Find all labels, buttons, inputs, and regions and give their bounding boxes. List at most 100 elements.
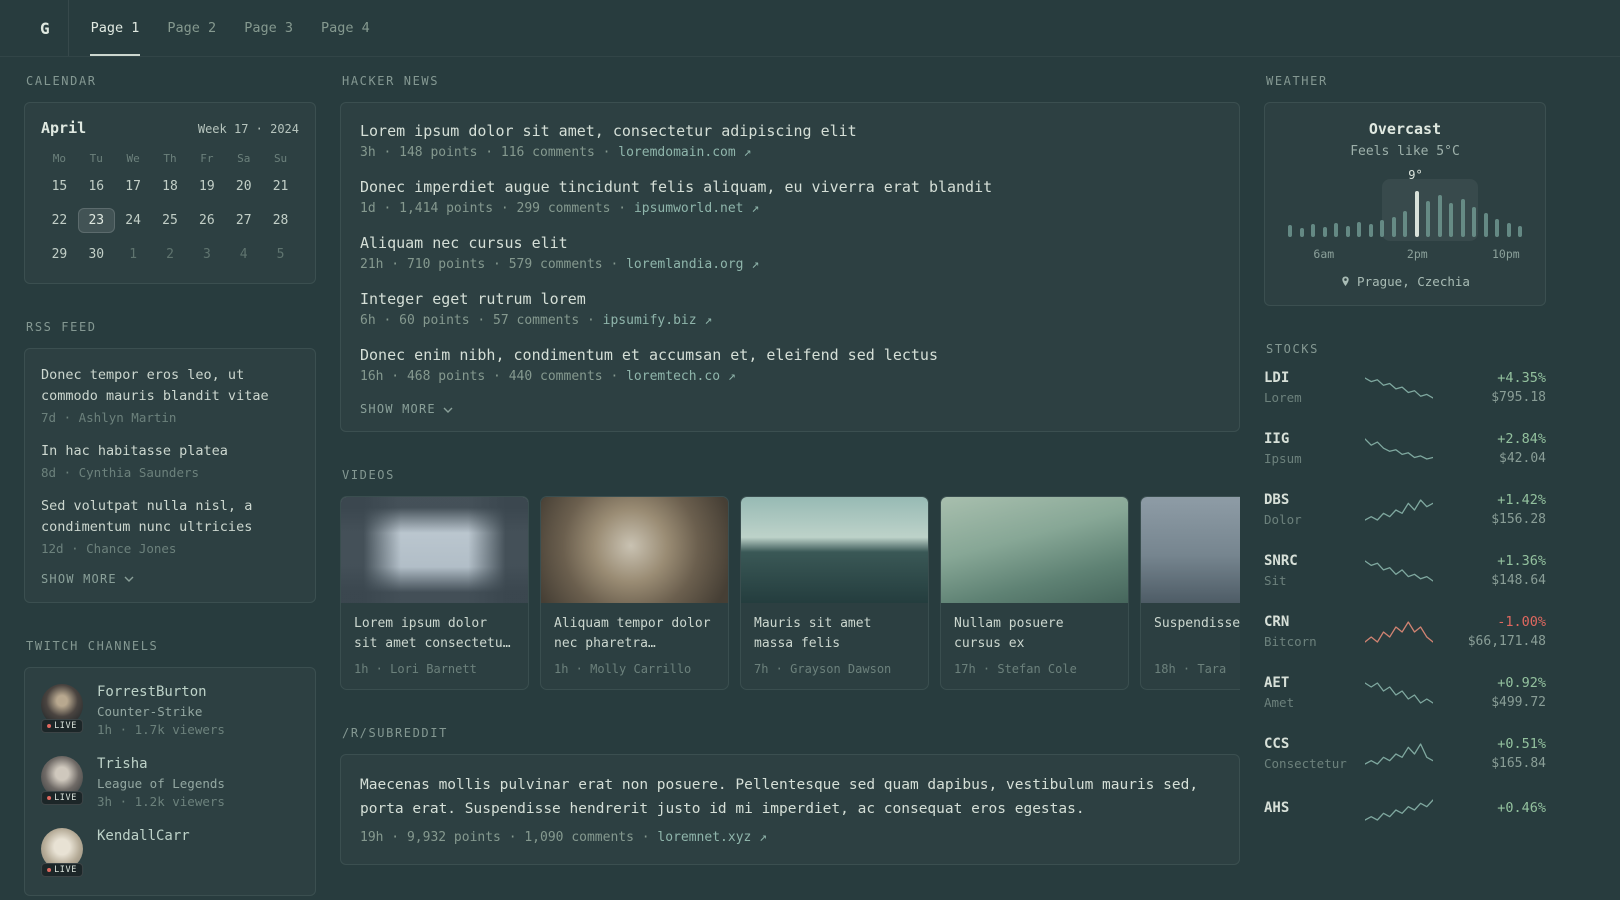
calendar-day: 22 [51, 213, 68, 228]
calendar-weekday: Su [273, 152, 288, 165]
stock-id: CRN Bitcorn [1264, 614, 1348, 649]
hn-story-title[interactable]: Aliquam nec cursus elit [360, 234, 1220, 252]
external-link-icon: ↗ [759, 830, 767, 846]
hn-story-domain-link[interactable]: ipsumify.biz ↗ [603, 313, 713, 328]
hn-story-domain-link[interactable]: loremdomain.com ↗ [618, 145, 751, 160]
calendar-day: 21 [272, 179, 289, 194]
calendar-day: 24 [125, 213, 141, 228]
stock-row[interactable]: SNRC Sit +1.36% $148.64 [1264, 553, 1546, 588]
calendar-day: 17 [125, 179, 141, 194]
hn-story[interactable]: Integer eget rutrum lorem 6h · 60 points… [360, 290, 1220, 328]
stock-price: $499.72 [1491, 695, 1546, 710]
rss-item[interactable]: Sed volutpat nulla nisl, a condimentum n… [41, 496, 299, 556]
twitch-channel-row[interactable]: LIVE KendallCarr [41, 827, 299, 877]
stock-values: +1.42% $156.28 [1450, 492, 1546, 527]
channel-game: Counter-Strike [97, 703, 203, 719]
hn-story-title[interactable]: Lorem ipsum dolor sit amet, consectetur … [360, 122, 1220, 140]
weather-bar-chart [1288, 189, 1522, 237]
hn-story-domain-link[interactable]: loremtech.co ↗ [626, 369, 736, 384]
stock-row[interactable]: IIG Ipsum +2.84% $42.04 [1264, 431, 1546, 466]
stock-price: $156.28 [1491, 512, 1546, 527]
stock-row[interactable]: AET Amet +0.92% $499.72 [1264, 675, 1546, 710]
video-title: Nullam posuere cursus ex [954, 616, 1064, 652]
hn-story[interactable]: Aliquam nec cursus elit 21h · 710 points… [360, 234, 1220, 272]
hn-meta-text: 6h · 60 points · 57 comments · [360, 313, 595, 328]
live-badge: LIVE [41, 718, 83, 733]
subreddit-post-meta: 19h · 9,932 points · 1,090 comments · lo… [360, 830, 1220, 845]
hn-story-title[interactable]: Donec enim nibh, condimentum et accumsan… [360, 346, 1220, 364]
stock-price: $42.04 [1499, 451, 1546, 466]
stock-change: +0.92% [1497, 675, 1546, 691]
stock-row[interactable]: DBS Dolor +1.42% $156.28 [1264, 492, 1546, 527]
tab-page-1[interactable]: Page 1 [89, 0, 141, 56]
subreddit-domain-link[interactable]: loremnet.xyz ↗ [657, 830, 767, 845]
video-thumbnail [941, 497, 1128, 603]
video-info: Lorem ipsum dolor sit amet consectetu… 1… [341, 603, 528, 689]
rss-item-title[interactable]: Donec tempor eros leo, ut commodo mauris… [41, 365, 299, 407]
external-link-icon: ↗ [751, 257, 760, 272]
external-link-icon: ↗ [743, 145, 752, 160]
video-meta: 1h · Molly Carrillo [554, 662, 692, 677]
hn-story[interactable]: Donec imperdiet augue tincidunt felis al… [360, 178, 1220, 216]
subreddit-post-text[interactable]: Maecenas mollis pulvinar erat non posuer… [360, 774, 1220, 821]
hn-story-title[interactable]: Donec imperdiet augue tincidunt felis al… [360, 178, 1220, 196]
hn-story-meta: 16h · 468 points · 440 comments · loremt… [360, 369, 1220, 384]
hn-story-domain-link[interactable]: loremlandia.org ↗ [626, 257, 759, 272]
stock-row[interactable]: LDI Lorem +4.35% $795.18 [1264, 370, 1546, 405]
hn-story-title[interactable]: Integer eget rutrum lorem [360, 290, 1220, 308]
stock-change: +2.84% [1497, 431, 1546, 447]
stock-id: IIG Ipsum [1264, 431, 1348, 466]
twitch-channel-row[interactable]: LIVE ForrestBurton Counter-Strike 1h · 1… [41, 683, 299, 737]
hn-story[interactable]: Lorem ipsum dolor sit amet, consectetur … [360, 122, 1220, 160]
stock-name: Consectetur [1264, 756, 1347, 771]
stock-id: CCS Consectetur [1264, 736, 1348, 771]
calendar-grid: Mo Tu We Th Fr Sa Su 15 16 17 18 19 20 2… [41, 152, 299, 267]
channel-meta: 3h · 1.2k viewers [97, 793, 225, 809]
stock-price: $165.84 [1491, 756, 1546, 771]
hn-meta-text: 3h · 148 points · 116 comments · [360, 145, 611, 160]
channel-name[interactable]: KendallCarr [97, 828, 190, 844]
weather-section-title: WEATHER [1266, 74, 1328, 88]
app-logo[interactable]: G [0, 0, 68, 56]
channel-name[interactable]: Trisha [97, 756, 225, 772]
video-card[interactable]: Suspendisse diam 18h · Tara [1140, 496, 1240, 691]
tab-page-2[interactable]: Page 2 [166, 0, 217, 56]
calendar-weekday: Tu [89, 152, 103, 165]
dashboard: CALENDAR April Week 17 · 2024 Mo Tu We T… [0, 57, 1620, 900]
stock-id: AET Amet [1264, 675, 1348, 710]
channel-name[interactable]: ForrestBurton [97, 684, 225, 700]
left-column: CALENDAR April Week 17 · 2024 Mo Tu We T… [24, 74, 316, 900]
rss-show-more-button[interactable]: SHOW MORE [41, 572, 299, 586]
calendar-day-next-month: 3 [202, 247, 211, 262]
stock-row[interactable]: AHS +0.46% [1264, 797, 1546, 823]
tab-page-3[interactable]: Page 3 [243, 0, 294, 56]
stock-row[interactable]: CCS Consectetur +0.51% $165.84 [1264, 736, 1546, 771]
video-card[interactable]: Aliquam tempor dolor nec pharetra… 1h · … [540, 496, 729, 691]
hn-story[interactable]: Donec enim nibh, condimentum et accumsan… [360, 346, 1220, 384]
tab-page-4[interactable]: Page 4 [320, 0, 371, 56]
hn-domain-text: ipsumworld.net [633, 201, 744, 216]
stock-values: -1.00% $66,171.48 [1450, 614, 1546, 649]
rss-item[interactable]: In hac habitasse platea 8d · Cynthia Sau… [41, 441, 299, 480]
rss-item-title[interactable]: In hac habitasse platea [41, 441, 299, 462]
location-pin-icon [1342, 276, 1349, 287]
rss-item[interactable]: Donec tempor eros leo, ut commodo mauris… [41, 365, 299, 425]
hn-show-more-button[interactable]: SHOW MORE [360, 402, 1220, 416]
twitch-channel-row[interactable]: LIVE Trisha League of Legends 3h · 1.2k … [41, 755, 299, 809]
stock-ticker: SNRC [1264, 553, 1298, 569]
show-more-label: SHOW MORE [41, 571, 117, 586]
video-thumbnail [541, 497, 728, 603]
video-meta: 18h · Tara [1154, 662, 1227, 676]
weather-temp-label: 9° [1408, 168, 1423, 182]
video-card[interactable]: Nullam posuere cursus ex 17h · Stefan Co… [940, 496, 1129, 691]
video-card[interactable]: Mauris sit amet massa felis 7h · Grayson… [740, 496, 929, 691]
video-card[interactable]: Lorem ipsum dolor sit amet consectetu… 1… [340, 496, 529, 691]
stock-row[interactable]: CRN Bitcorn -1.00% $66,171.48 [1264, 614, 1546, 649]
rss-item-title[interactable]: Sed volutpat nulla nisl, a condimentum n… [41, 496, 299, 538]
calendar-day: 16 [88, 179, 105, 194]
stock-id: AHS [1264, 800, 1348, 820]
hn-story-domain-link[interactable]: ipsumworld.net ↗ [634, 201, 759, 216]
rss-widget: RSS FEED Donec tempor eros leo, ut commo… [24, 320, 316, 603]
stock-change: +4.35% [1497, 370, 1546, 386]
video-thumbnail [341, 497, 528, 603]
